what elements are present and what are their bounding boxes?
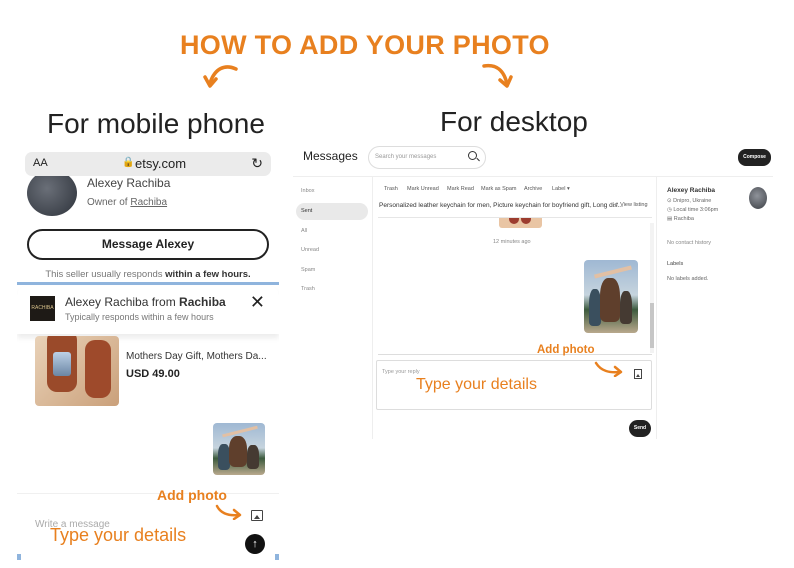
text-size-button[interactable]: AA xyxy=(33,157,48,169)
sent-photo[interactable] xyxy=(584,260,638,333)
desktop-section-label: For desktop xyxy=(440,106,588,137)
contact-history: No contact history xyxy=(667,240,712,246)
product-title[interactable]: Mothers Day Gift, Mothers Da... xyxy=(126,351,267,362)
close-icon[interactable]: ✕ xyxy=(250,292,265,313)
header-divider xyxy=(293,176,773,177)
toolbar-archive[interactable]: Archive xyxy=(524,186,542,192)
lock-icon: 🔒 xyxy=(122,157,135,168)
shop-logo: RACHIBA xyxy=(30,296,55,321)
send-button[interactable]: ↑ xyxy=(245,534,265,554)
toolbar-mark-read[interactable]: Mark Read xyxy=(447,186,474,192)
sheet-corner-right xyxy=(275,554,279,560)
sheet-top-edge xyxy=(17,282,279,285)
add-photo-annotation: Add photo xyxy=(537,344,595,356)
labels-value: No labels added. xyxy=(667,276,709,282)
type-details-annotation: Type your details xyxy=(416,376,537,393)
curved-arrow-right-icon xyxy=(482,62,514,90)
browser-address-bar[interactable]: AA 🔒 etsy.com ↻ xyxy=(25,152,271,176)
sidebar-divider xyxy=(372,177,373,439)
response-time-note: This seller usually responds within a fe… xyxy=(17,269,279,280)
shop-link[interactable]: Rachiba xyxy=(130,197,167,208)
product-thumbnail[interactable] xyxy=(35,336,119,406)
conversation-title-shop: Rachiba xyxy=(179,295,226,309)
annotation-arrow-icon xyxy=(594,361,624,379)
search-icon[interactable] xyxy=(468,151,477,160)
message-seller-button[interactable]: Message Alexey xyxy=(27,229,269,260)
sidebar-item-sent[interactable]: Sent xyxy=(301,208,312,214)
info-panel-divider xyxy=(656,177,657,439)
message-timestamp: 12 minutes ago xyxy=(493,239,531,245)
search-placeholder: Search your messages xyxy=(375,154,437,160)
owner-prefix: Owner of xyxy=(87,197,131,208)
type-details-annotation: Type your details xyxy=(50,525,187,545)
sidebar-item-all[interactable]: All xyxy=(301,228,307,234)
sidebar-item-trash[interactable]: Trash xyxy=(301,286,315,292)
conversation-title-prefix: Alexey Rachiba from xyxy=(65,295,180,309)
image-icon[interactable] xyxy=(251,510,263,521)
listing-title: Personalized leather keychain for men, P… xyxy=(379,202,623,209)
curved-arrow-left-icon xyxy=(203,64,239,90)
responds-prefix: This seller usually responds xyxy=(45,269,166,280)
conversation-header: RACHIBA Alexey Rachiba from Rachiba Typi… xyxy=(17,286,279,334)
url-text[interactable]: etsy.com xyxy=(135,156,186,171)
labels-heading: Labels xyxy=(667,261,684,267)
contact-avatar[interactable] xyxy=(749,187,767,209)
mobile-section-label: For mobile phone xyxy=(47,108,265,139)
reply-placeholder: Type your reply xyxy=(382,369,420,375)
listing-thumbnail[interactable] xyxy=(499,218,542,228)
toolbar-trash[interactable]: Trash xyxy=(384,186,398,192)
sent-photo[interactable] xyxy=(213,423,265,475)
responds-bold: within a few hours. xyxy=(165,269,251,280)
desktop-screenshot: Messages Search your messages Compose In… xyxy=(288,143,788,439)
sheet-corner-left xyxy=(17,554,21,560)
toolbar-mark-unread[interactable]: Mark Unread xyxy=(407,186,439,192)
contact-shop: ▤ Rachiba xyxy=(667,216,694,222)
scrollbar-thumb[interactable] xyxy=(650,303,654,348)
mobile-screenshot: Alexey Rachiba Owner of Rachiba AA 🔒 ets… xyxy=(17,148,279,560)
messages-title: Messages xyxy=(303,149,358,163)
sidebar-item-spam[interactable]: Spam xyxy=(301,267,315,273)
seller-avatar[interactable] xyxy=(27,170,77,216)
seller-name: Alexey Rachiba xyxy=(87,176,171,190)
add-photo-annotation: Add photo xyxy=(157,487,227,503)
view-listing-link[interactable]: ↗ View listing xyxy=(614,202,648,208)
toolbar-label-dropdown[interactable]: Label ▾ xyxy=(552,186,570,192)
contact-local-time: ◷ Local time 3:06pm xyxy=(667,207,719,213)
contact-location: ⊙ Dnipro, Ukraine xyxy=(667,198,712,204)
toolbar-mark-spam[interactable]: Mark as Spam xyxy=(481,186,516,192)
sidebar-item-unread[interactable]: Unread xyxy=(301,247,319,253)
compose-button[interactable]: Compose xyxy=(738,149,771,166)
reload-icon[interactable]: ↻ xyxy=(251,155,263,172)
thread-scrollbar[interactable] xyxy=(650,223,654,353)
search-input[interactable]: Search your messages xyxy=(368,146,486,169)
thread-bottom-border xyxy=(378,354,652,355)
page-title: HOW TO ADD YOUR PHOTO xyxy=(180,30,550,60)
contact-name: Alexey Rachiba xyxy=(667,187,716,194)
product-price: USD 49.00 xyxy=(126,368,180,380)
seller-owner-line: Owner of Rachiba xyxy=(87,197,167,208)
annotation-arrow-icon xyxy=(215,504,243,525)
image-icon[interactable] xyxy=(634,369,642,379)
conversation-title: Alexey Rachiba from Rachiba xyxy=(65,295,226,309)
sidebar-item-inbox[interactable]: Inbox xyxy=(301,188,314,194)
conversation-subtitle: Typically responds within a few hours xyxy=(65,312,214,322)
send-button[interactable]: Send xyxy=(629,420,651,437)
